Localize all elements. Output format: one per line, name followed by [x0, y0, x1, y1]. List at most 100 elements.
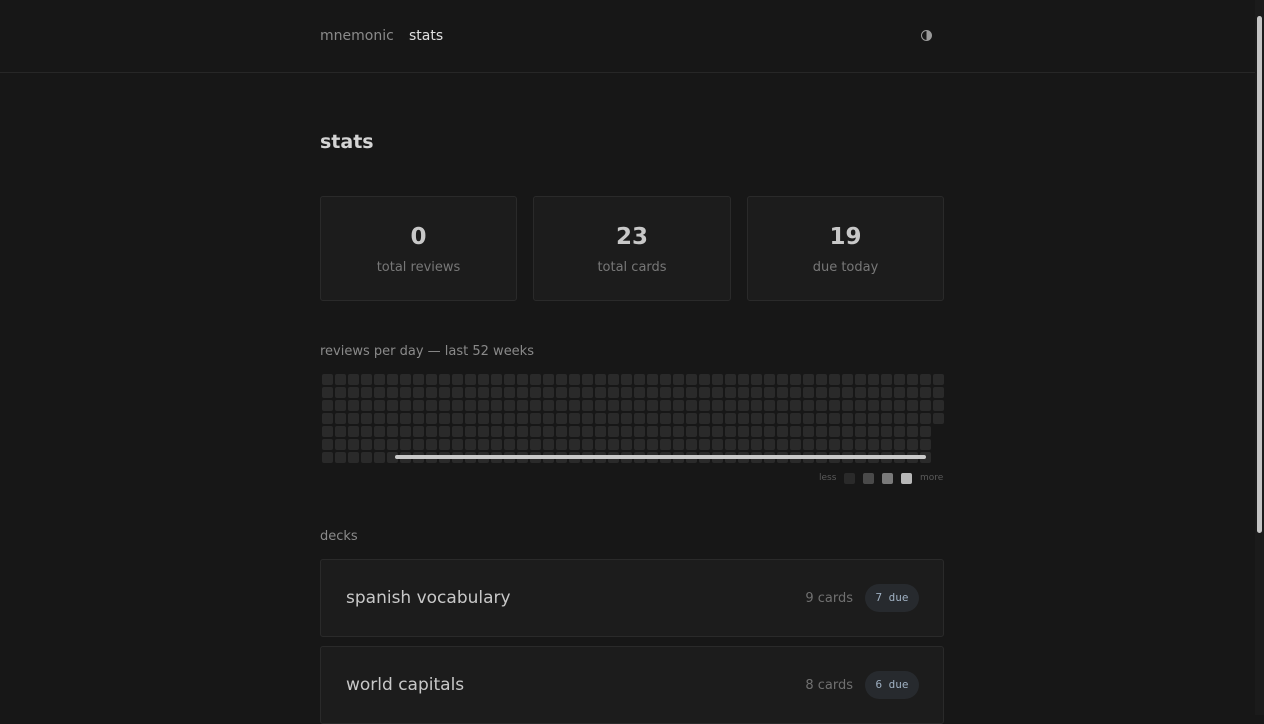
heatmap-cell — [920, 374, 931, 385]
heatmap-cell — [790, 400, 801, 411]
heatmap-cell — [868, 413, 879, 424]
heatmap-cell — [335, 452, 346, 463]
heatmap-cell — [608, 400, 619, 411]
heatmap-cell — [439, 426, 450, 437]
heatmap-cell — [881, 387, 892, 398]
heatmap-cell — [452, 374, 463, 385]
heatmap-cell — [569, 374, 580, 385]
heatmap-cell — [361, 452, 372, 463]
heatmap-cell — [738, 426, 749, 437]
heatmap-cell — [569, 400, 580, 411]
decks-label: decks — [320, 529, 358, 544]
heatmap-cell — [556, 400, 567, 411]
heatmap-cell — [556, 387, 567, 398]
heatmap-cell — [634, 439, 645, 450]
heatmap-cell — [452, 439, 463, 450]
heatmap-cell — [790, 439, 801, 450]
heatmap-cell — [803, 426, 814, 437]
heatmap-cell — [764, 439, 775, 450]
heatmap-cell — [803, 413, 814, 424]
heatmap-cell — [621, 413, 632, 424]
deck-card-spanish-vocabulary[interactable]: spanish vocabulary 9 cards 7 due — [320, 559, 944, 637]
legend-less-label: less — [819, 473, 837, 483]
heatmap-cell — [894, 413, 905, 424]
heatmap-cell — [855, 439, 866, 450]
stat-value: 0 — [410, 224, 427, 250]
heatmap-cell — [725, 413, 736, 424]
heatmap-cell — [790, 374, 801, 385]
heatmap-cell — [439, 387, 450, 398]
stat-label: total reviews — [376, 260, 461, 275]
deck-card-world-capitals[interactable]: world capitals 8 cards 6 due — [320, 646, 944, 724]
heatmap-cell — [543, 439, 554, 450]
heatmap-cell — [842, 400, 853, 411]
heatmap-cell — [855, 374, 866, 385]
nav-link-stats[interactable]: stats — [409, 28, 443, 44]
heatmap-cell — [634, 400, 645, 411]
heatmap-cell — [530, 413, 541, 424]
due-badge: 6 due — [865, 671, 919, 699]
heatmap-cell — [348, 439, 359, 450]
heatmap-cell — [478, 426, 489, 437]
heatmap-cell — [907, 374, 918, 385]
heatmap-cell — [894, 374, 905, 385]
heatmap-cell — [712, 400, 723, 411]
heatmap-cell — [361, 426, 372, 437]
heatmap-cell — [608, 413, 619, 424]
heatmap-cell — [634, 426, 645, 437]
heatmap-cell — [712, 439, 723, 450]
heatmap-cell — [751, 439, 762, 450]
heatmap-cell — [777, 374, 788, 385]
brand-link[interactable]: mnemonic — [320, 28, 394, 44]
heatmap-cell — [933, 413, 944, 424]
heatmap-cell — [907, 400, 918, 411]
heatmap-cell — [738, 400, 749, 411]
heatmap-cell — [907, 439, 918, 450]
heatmap-cell — [725, 400, 736, 411]
heatmap-cell — [660, 426, 671, 437]
heatmap-cell — [595, 387, 606, 398]
heatmap-cell — [608, 387, 619, 398]
heatmap-cell — [452, 387, 463, 398]
scrollbar-thumb[interactable] — [1257, 16, 1262, 533]
heatmap-cell — [517, 413, 528, 424]
heatmap-cell — [374, 374, 385, 385]
deck-card-count: 8 cards — [805, 678, 853, 693]
heatmap-cell — [530, 439, 541, 450]
heatmap-cell — [751, 426, 762, 437]
deck-card-count: 9 cards — [805, 591, 853, 606]
heatmap-cell — [868, 439, 879, 450]
heatmap-cell — [413, 400, 424, 411]
contrast-icon[interactable] — [921, 30, 932, 41]
heatmap-cell — [556, 439, 567, 450]
heatmap-cell — [569, 387, 580, 398]
heatmap-cell — [556, 413, 567, 424]
heatmap-cell — [426, 387, 437, 398]
heatmap-cell — [452, 400, 463, 411]
heatmap-cell — [452, 413, 463, 424]
heatmap-cell — [725, 439, 736, 450]
legend-swatch — [844, 473, 855, 484]
heatmap-cell — [699, 400, 710, 411]
heatmap-cell — [907, 387, 918, 398]
heatmap-cell — [530, 426, 541, 437]
heatmap-cell — [517, 387, 528, 398]
heatmap-cell — [400, 413, 411, 424]
heatmap-cell — [725, 387, 736, 398]
heatmap-cell — [712, 413, 723, 424]
heatmap-cell — [582, 387, 593, 398]
heatmap-cell — [738, 374, 749, 385]
heatmap-cell — [777, 387, 788, 398]
heatmap-cell — [348, 387, 359, 398]
heatmap-cell — [491, 413, 502, 424]
heatmap-cell — [478, 413, 489, 424]
heatmap-cell — [686, 426, 697, 437]
heatmap-cell — [322, 439, 333, 450]
heatmap-cell — [504, 413, 515, 424]
heatmap-cell — [686, 439, 697, 450]
heatmap-scrollbar[interactable] — [395, 455, 926, 459]
heatmap-cell — [504, 439, 515, 450]
heatmap-cell — [504, 426, 515, 437]
heatmap-cell — [660, 400, 671, 411]
heatmap-cell — [517, 426, 528, 437]
